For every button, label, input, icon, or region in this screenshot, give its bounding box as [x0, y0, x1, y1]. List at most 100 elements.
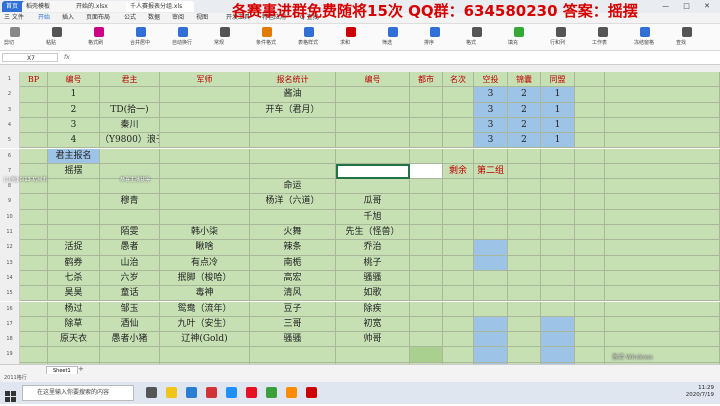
ribbon-icon[interactable] — [430, 27, 440, 37]
table-cell[interactable] — [410, 117, 443, 134]
menu-item[interactable]: 公式 — [124, 13, 136, 23]
table-cell[interactable] — [20, 240, 48, 256]
table-cell[interactable] — [575, 102, 605, 118]
table-cell[interactable]: 酒仙 — [100, 316, 160, 333]
table-cell[interactable] — [575, 163, 605, 180]
table-cell[interactable] — [474, 240, 508, 256]
table-cell[interactable] — [250, 347, 336, 363]
name-box[interactable]: X7 — [2, 53, 58, 62]
table-cell[interactable]: 1 — [541, 117, 575, 134]
menu-item[interactable]: 插入 — [62, 13, 74, 23]
ribbon-icon[interactable] — [136, 27, 146, 37]
table-cell[interactable]: 秦川 — [100, 117, 160, 134]
table-cell[interactable]: 骚骚 — [336, 270, 410, 287]
table-cell[interactable] — [508, 179, 541, 195]
row-number[interactable]: 13 — [0, 255, 20, 271]
table-cell[interactable] — [336, 102, 410, 118]
table-cell[interactable] — [474, 301, 508, 317]
table-cell[interactable] — [410, 209, 443, 225]
app-icon-3[interactable] — [246, 387, 257, 398]
table-cell[interactable]: 君主报名 — [48, 148, 100, 164]
table-cell[interactable] — [20, 102, 48, 118]
table-cell[interactable] — [20, 225, 48, 241]
table-cell[interactable] — [508, 225, 541, 241]
spreadsheet-grid[interactable]: 1234567891011121314151617181920BP编号君主军师报… — [0, 72, 720, 364]
table-cell[interactable] — [605, 270, 720, 287]
table-cell[interactable] — [100, 347, 160, 363]
table-cell[interactable]: 有点冷 — [160, 255, 250, 271]
table-cell[interactable] — [410, 179, 443, 195]
table-cell[interactable]: 辽神(Gold) — [160, 332, 250, 348]
table-cell[interactable] — [100, 87, 160, 103]
table-cell[interactable]: 七杀 — [48, 270, 100, 287]
table-cell[interactable]: （Y9800）浪子 — [100, 133, 160, 149]
table-cell[interactable] — [605, 117, 720, 134]
table-cell[interactable] — [508, 240, 541, 256]
table-cell[interactable] — [410, 102, 443, 118]
row-number[interactable]: 4 — [0, 117, 20, 134]
table-cell[interactable]: 韩小柒 — [160, 225, 250, 241]
table-cell[interactable]: 辣条 — [250, 240, 336, 256]
table-cell[interactable]: 昊昊 — [48, 286, 100, 302]
table-cell[interactable] — [541, 148, 575, 164]
table-cell[interactable] — [508, 255, 541, 271]
table-cell[interactable] — [605, 163, 720, 180]
task-view-icon[interactable] — [146, 387, 157, 398]
table-cell[interactable]: 三哥 — [250, 316, 336, 333]
table-cell[interactable] — [250, 163, 336, 180]
table-cell[interactable] — [160, 179, 250, 195]
table-cell[interactable]: 第二组 — [474, 163, 508, 180]
table-cell[interactable]: 千旭 — [336, 209, 410, 225]
table-cell[interactable]: 清风 — [250, 286, 336, 302]
table-cell[interactable] — [541, 194, 575, 210]
table-cell[interactable] — [250, 148, 336, 164]
table-cell[interactable] — [160, 148, 250, 164]
ribbon-icon[interactable] — [178, 27, 188, 37]
ribbon-icon[interactable] — [220, 27, 230, 37]
table-cell[interactable] — [443, 148, 474, 164]
table-cell[interactable]: 山治 — [100, 255, 160, 271]
table-cell[interactable] — [20, 133, 48, 149]
tab-file-2[interactable]: 千人赛报表分组.xls — [126, 1, 194, 12]
menu-item[interactable]: 页面布局 — [86, 13, 110, 23]
table-cell[interactable] — [541, 240, 575, 256]
menu-item[interactable]: 开始 — [38, 13, 50, 23]
table-cell[interactable] — [410, 316, 443, 333]
table-cell[interactable] — [541, 163, 575, 180]
table-cell[interactable] — [443, 225, 474, 241]
table-cell[interactable] — [20, 347, 48, 363]
table-cell[interactable] — [508, 148, 541, 164]
row-number[interactable]: 1 — [0, 72, 20, 88]
app-icon-4[interactable] — [266, 387, 277, 398]
table-cell[interactable]: 初宽 — [336, 316, 410, 333]
table-cell[interactable] — [443, 286, 474, 302]
table-cell[interactable] — [160, 102, 250, 118]
table-cell[interactable] — [605, 209, 720, 225]
table-cell[interactable]: 鹤券 — [48, 255, 100, 271]
windows-start-icon[interactable] — [5, 387, 16, 402]
table-cell[interactable]: 2 — [48, 102, 100, 118]
table-cell[interactable] — [443, 133, 474, 149]
row-number[interactable]: 18 — [0, 332, 20, 348]
table-cell[interactable]: 活捉 — [48, 240, 100, 256]
table-cell[interactable] — [541, 332, 575, 348]
table-cell[interactable]: 开车（君月） — [250, 102, 336, 118]
ribbon-icon[interactable] — [514, 27, 524, 37]
table-cell[interactable] — [508, 316, 541, 333]
ribbon-icon[interactable] — [94, 27, 104, 37]
table-cell[interactable] — [605, 148, 720, 164]
table-cell[interactable] — [605, 179, 720, 195]
table-cell[interactable] — [474, 255, 508, 271]
table-cell[interactable] — [508, 163, 541, 180]
column-title[interactable]: 君主 — [100, 72, 160, 88]
table-cell[interactable]: 愚者小猪 — [100, 332, 160, 348]
table-cell[interactable]: 先生（怪兽） — [336, 225, 410, 241]
app-icon-6[interactable] — [306, 387, 317, 398]
table-cell[interactable] — [508, 286, 541, 302]
table-cell[interactable] — [575, 347, 605, 363]
table-cell[interactable]: 3 — [48, 117, 100, 134]
table-cell[interactable] — [575, 209, 605, 225]
table-cell[interactable] — [443, 102, 474, 118]
table-cell[interactable] — [605, 194, 720, 210]
table-cell[interactable] — [443, 179, 474, 195]
